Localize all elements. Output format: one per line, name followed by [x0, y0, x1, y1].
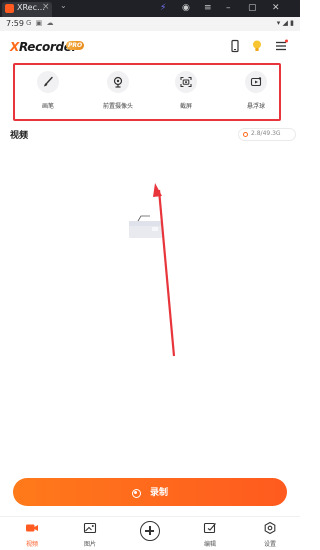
screenshot-icon [175, 71, 197, 93]
maximize-icon[interactable]: ▢ [248, 1, 257, 15]
tool-front-camera[interactable]: 前置摄像头 [93, 71, 143, 117]
tab-close-icon[interactable]: × [42, 2, 50, 12]
storage-ring-icon [243, 132, 248, 137]
storage-text: 2.8/49.3G [251, 130, 281, 137]
emulator-plugin-icon[interactable]: ⚡ [160, 1, 166, 15]
record-button-label: 录制 [150, 488, 169, 498]
app-header: XRecorder PRO [0, 31, 300, 61]
tool-brush[interactable]: 画笔 [23, 71, 73, 117]
tool-screenshot[interactable]: 截屏 [161, 71, 211, 117]
record-button[interactable]: 录制 [13, 478, 287, 506]
phone-icon[interactable] [228, 39, 242, 53]
tool-floating-ball-label: 悬浮球 [246, 103, 265, 110]
xrecorder-app-icon [5, 4, 14, 13]
section-title-video: 视频 [10, 131, 29, 141]
status-time: 7:59 [6, 19, 24, 28]
tool-front-camera-label: 前置摄像头 [102, 103, 133, 110]
nav-label-settings: 设置 [263, 541, 276, 548]
menu-icon[interactable]: ≡ [204, 1, 212, 15]
emulator-title-bar: XRec… × ⌄ ⚡ ◉ ≡ – ▢ ✕ [0, 0, 300, 17]
edit-icon [203, 522, 216, 534]
window-close-icon[interactable]: ✕ [272, 1, 280, 15]
pro-badge[interactable]: PRO [66, 41, 84, 50]
minimize-icon[interactable]: – [226, 1, 231, 15]
nav-tab-images[interactable]: 图片 [70, 521, 110, 549]
floating-tools-panel: 画笔 前置摄像头 截屏 悬浮球 [13, 63, 281, 121]
empty-state-illustration [129, 215, 162, 238]
brush-icon [37, 71, 59, 93]
add-button[interactable] [140, 521, 160, 541]
video-icon [26, 524, 38, 532]
hamburger-menu-icon[interactable] [274, 39, 288, 53]
nav-label-video: 视频 [25, 541, 38, 548]
storage-indicator[interactable]: 2.8/49.3G [238, 128, 296, 141]
lightbulb-icon[interactable] [250, 39, 264, 53]
nav-tab-edit[interactable]: 编辑 [190, 521, 230, 549]
image-icon [83, 522, 97, 534]
status-system-icons: ▾ ◢ ▮ [276, 19, 294, 27]
emulator-tab-label: XRec… [17, 3, 45, 12]
settings-icon [264, 521, 276, 535]
tool-brush-label: 画笔 [41, 103, 54, 110]
tool-screenshot-label: 截屏 [179, 103, 192, 110]
android-status-bar: 7:59 G ▣ ☁ ▾ ◢ ▮ [0, 17, 300, 31]
nav-label-edit: 编辑 [203, 541, 216, 548]
account-icon[interactable]: ◉ [182, 1, 190, 15]
status-notification-icons: G ▣ ☁ [26, 19, 55, 27]
chevron-down-icon[interactable]: ⌄ [60, 1, 67, 10]
emulator-tab[interactable]: XRec… × [2, 2, 52, 17]
floating-ball-icon [245, 71, 267, 93]
nav-tab-settings[interactable]: 设置 [250, 521, 290, 549]
logo-accent: X [10, 40, 19, 54]
tool-floating-ball[interactable]: 悬浮球 [231, 71, 281, 117]
record-icon [131, 488, 141, 498]
nav-tab-video[interactable]: 视频 [12, 521, 52, 549]
webcam-icon [107, 71, 129, 93]
nav-label-images: 图片 [83, 541, 96, 548]
